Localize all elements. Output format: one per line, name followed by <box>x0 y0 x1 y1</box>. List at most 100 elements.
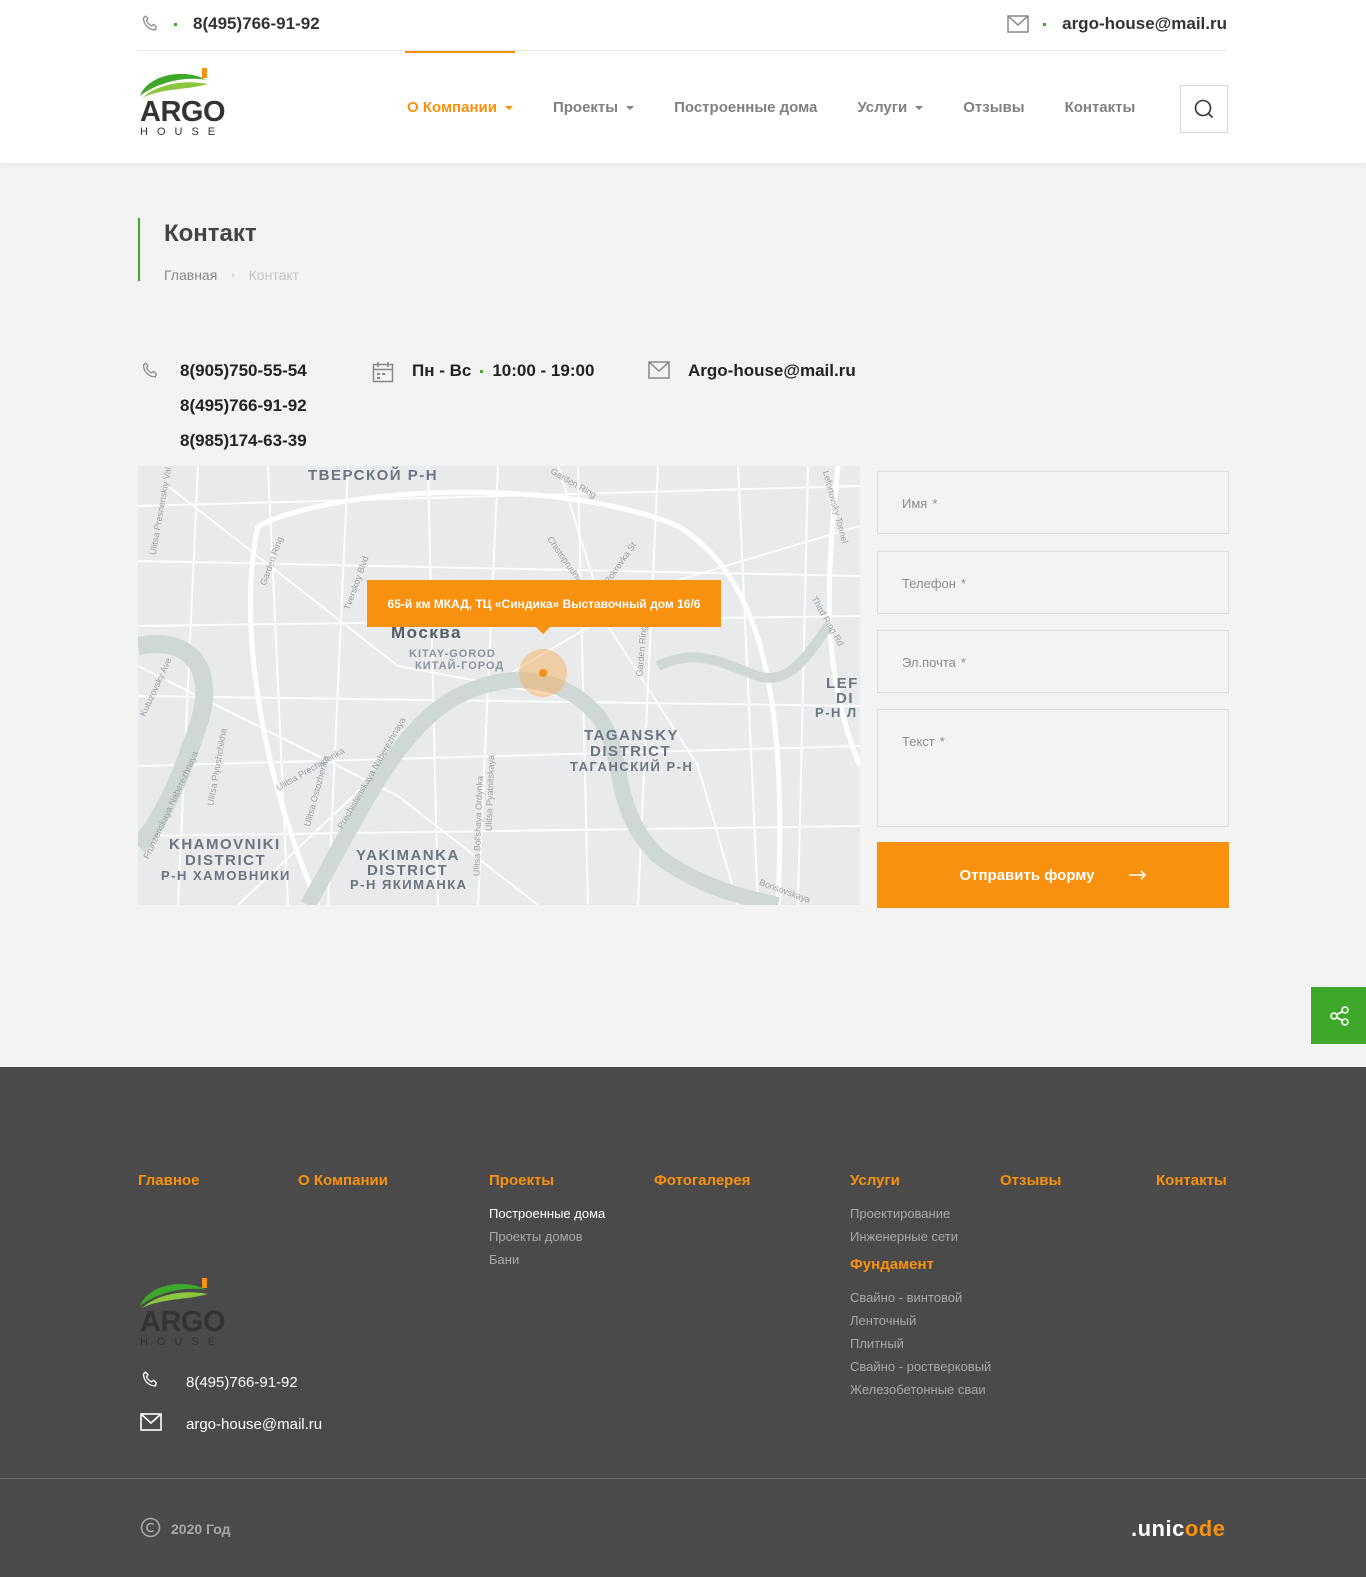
footer-email[interactable]: argo-house@mail.ru <box>140 1413 322 1435</box>
footer-link-contacts[interactable]: Контакты <box>1156 1172 1227 1189</box>
main-nav: О Компании Проекты Построенные дома Услу… <box>405 51 1175 163</box>
phone-field[interactable]: Телефон * <box>877 551 1229 614</box>
name-field[interactable]: Имя * <box>877 471 1229 534</box>
page-heading: Контакт Главная › Контакт <box>138 218 300 283</box>
footer-phone[interactable]: 8(495)766-91-92 <box>140 1370 298 1394</box>
footer-sublink[interactable]: Железобетонные сваи <box>850 1378 991 1401</box>
map-label-yakimanka-3: Р-Н ЯКИМАНКА <box>350 877 468 892</box>
required-mark: * <box>960 655 966 670</box>
required-mark: * <box>939 734 945 749</box>
nav-item-about[interactable]: О Компании <box>405 51 515 163</box>
logo-word: ARGO <box>140 96 226 128</box>
nav-label: Построенные дома <box>674 98 818 116</box>
footer-link-home[interactable]: Главное <box>138 1172 199 1189</box>
page-title: Контакт <box>164 220 257 247</box>
site-header: 8(495)766-91-92 argo-house@mail.ru ARGO … <box>0 0 1366 163</box>
contact-email: Argo-house@mail.ru <box>648 361 856 384</box>
footer-phone-text: 8(495)766-91-92 <box>186 1373 298 1391</box>
nav-item-services[interactable]: Услуги <box>857 51 924 163</box>
map-label-lef-3: Р-Н Л <box>815 705 858 720</box>
topbar-email[interactable]: argo-house@mail.ru <box>1007 14 1227 34</box>
logo-word: ARGO <box>140 1306 226 1338</box>
site-footer: Главное О Компании Проекты Построенные д… <box>0 1067 1366 1577</box>
chevron-right-icon: › <box>231 269 235 281</box>
calendar-icon <box>372 361 396 388</box>
required-mark: * <box>932 496 938 511</box>
footer-sublink[interactable]: Ленточный <box>850 1309 991 1332</box>
submit-button[interactable]: Отправить форму <box>877 842 1229 908</box>
contact-email-text[interactable]: Argo-house@mail.ru <box>688 361 856 384</box>
map-label-tagansky-1: TAGANSKY <box>584 727 680 744</box>
map-label-khamovniki-1: KHAMOVNIKI <box>169 836 281 853</box>
map-label-moscow: Москва <box>391 623 462 642</box>
contact-phone[interactable]: 8(495)766-91-92 <box>180 396 307 431</box>
nav-label: Контакты <box>1064 98 1136 116</box>
separator-dot <box>174 22 177 26</box>
logo-leaf-icon <box>140 68 208 98</box>
footer-sublink[interactable]: Проекты домов <box>489 1225 605 1248</box>
footer-sublink[interactable]: Бани <box>489 1248 605 1271</box>
topbar: 8(495)766-91-92 argo-house@mail.ru <box>138 0 1227 51</box>
logo-leaf-icon <box>140 1278 208 1308</box>
separator-dot <box>480 369 484 373</box>
breadcrumb-current: Контакт <box>248 267 300 283</box>
logo-sub: HOUSE <box>140 1336 225 1348</box>
developer-prefix: .unic <box>1131 1516 1185 1541</box>
footer-sublink[interactable]: Свайно - винтовой <box>850 1286 991 1309</box>
map-label-khamovniki-2: DISTRICT <box>185 852 267 869</box>
map-marker-dot <box>539 669 547 677</box>
footer-logo[interactable]: ARGO HOUSE <box>138 1276 226 1352</box>
footer-sublink[interactable]: Инженерные сети <box>850 1225 991 1248</box>
map-label-kitay-ru: КИТАЙ-ГОРОД <box>415 660 505 672</box>
phone-icon <box>140 1370 162 1394</box>
footer-email-text: argo-house@mail.ru <box>186 1415 323 1433</box>
map[interactable]: ТВЕРСКОЙ Р-Н Москва KITAY-GOROD КИТАЙ-ГО… <box>138 466 860 905</box>
developer-o: o <box>1184 1516 1199 1541</box>
name-placeholder: Имя <box>902 496 928 511</box>
nav-item-built-houses[interactable]: Построенные дома <box>674 51 817 163</box>
text-field[interactable]: Текст * <box>877 709 1229 827</box>
nav-item-reviews[interactable]: Отзывы <box>963 51 1024 163</box>
search-icon <box>1194 99 1214 119</box>
submit-label: Отправить форму <box>959 866 1095 884</box>
nav-item-projects[interactable]: Проекты <box>552 51 635 163</box>
contact-phone[interactable]: 8(905)750-55-54 <box>180 361 307 396</box>
required-mark: * <box>960 576 966 591</box>
nav-item-contacts[interactable]: Контакты <box>1065 51 1136 163</box>
footer-sublink[interactable]: Проектирование <box>850 1202 991 1225</box>
phone-placeholder: Телефон <box>902 576 956 591</box>
map-marker[interactable] <box>519 649 567 697</box>
phone-icon <box>140 361 164 466</box>
copyright: 2020 Год <box>140 1517 231 1541</box>
footer-sublink[interactable]: Плитный <box>850 1332 991 1355</box>
logo[interactable]: ARGO HOUSE <box>138 66 226 142</box>
nav-label: О Компании <box>407 98 497 116</box>
developer-suffix: de <box>1198 1516 1226 1541</box>
topbar-phone[interactable]: 8(495)766-91-92 <box>140 14 320 34</box>
footer-link-gallery[interactable]: Фотогалерея <box>654 1172 750 1189</box>
footer-link-services[interactable]: Услуги <box>850 1172 991 1189</box>
phone-icon <box>140 14 160 34</box>
developer-logo[interactable]: .unicode <box>1131 1516 1225 1542</box>
share-button[interactable] <box>1311 987 1366 1044</box>
footer-sublink[interactable]: Свайно - ростверковый <box>850 1355 991 1378</box>
chevron-down-icon <box>915 106 924 110</box>
map-label-tagansky-2: DISTRICT <box>590 743 672 760</box>
map-label-khamovniki-3: Р-Н ХАМОВНИКИ <box>161 868 291 883</box>
map-label-tagansky-3: ТАГАНСКИЙ Р-Н <box>570 759 694 774</box>
footer-link-projects[interactable]: Проекты <box>489 1172 605 1189</box>
arrow-right-icon <box>1128 867 1147 884</box>
search-button[interactable] <box>1180 85 1228 133</box>
footer-sublink[interactable]: Построенные дома <box>489 1202 605 1225</box>
contact-phones: 8(905)750-55-54 8(495)766-91-92 8(985)17… <box>140 361 307 466</box>
nav-label: Проекты <box>552 98 619 116</box>
footer-link-about[interactable]: О Компании <box>298 1172 388 1189</box>
footer-foundation-title[interactable]: Фундамент <box>850 1256 991 1273</box>
contact-hours: Пн - Вс 10:00 - 19:00 <box>372 361 594 388</box>
email-field[interactable]: Эл.почта * <box>877 630 1229 693</box>
footer-divider <box>0 1478 1366 1479</box>
contact-phone[interactable]: 8(985)174-63-39 <box>180 431 307 466</box>
footer-link-reviews[interactable]: Отзывы <box>1000 1172 1061 1189</box>
breadcrumb-home[interactable]: Главная <box>164 267 217 283</box>
chevron-down-icon <box>504 106 513 110</box>
